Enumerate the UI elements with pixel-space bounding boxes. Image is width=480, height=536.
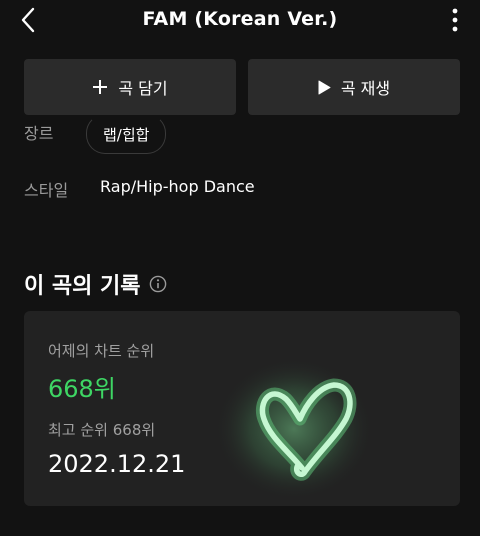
back-button[interactable]	[12, 6, 44, 38]
add-song-button[interactable]: 곡 담기	[24, 59, 236, 115]
add-song-label: 곡 담기	[118, 79, 168, 98]
page-title: FAM (Korean Ver.)	[142, 8, 338, 30]
more-options-button[interactable]	[440, 6, 470, 38]
chevron-left-icon	[20, 7, 36, 37]
record-section-title: 이 곡의 기록	[24, 268, 167, 300]
action-buttons: 곡 담기 곡 재생	[24, 59, 460, 115]
play-icon	[318, 80, 331, 95]
yesterday-chart-rank: 668위	[48, 375, 116, 403]
genre-chip[interactable]: 랩/힙합	[86, 114, 167, 154]
more-vertical-icon	[452, 8, 458, 36]
record-section-title-text: 이 곡의 기록	[24, 274, 141, 299]
app-header: FAM (Korean Ver.)	[0, 0, 480, 44]
record-card: 어제의 차트 순위 668위 최고 순위 668위 2022.12.21	[24, 311, 460, 506]
best-rank-date: 2022.12.21	[48, 450, 186, 478]
best-rank-label: 최고 순위 668위	[48, 421, 156, 439]
plus-icon	[92, 79, 108, 95]
play-song-label: 곡 재생	[340, 79, 391, 98]
play-song-button[interactable]: 곡 재생	[248, 59, 460, 115]
info-circle-icon[interactable]	[149, 275, 167, 293]
yesterday-chart-label: 어제의 차트 순위	[48, 342, 155, 360]
style-value: Rap/Hip-hop Dance	[100, 177, 255, 196]
song-detail-page: FAM (Korean Ver.) 곡 담기 곡 재생 장르 랩/힙합 스타일 …	[0, 0, 480, 536]
genre-label: 장르	[24, 124, 54, 143]
style-label: 스타일	[24, 181, 69, 200]
glowing-heart-icon	[214, 355, 374, 503]
